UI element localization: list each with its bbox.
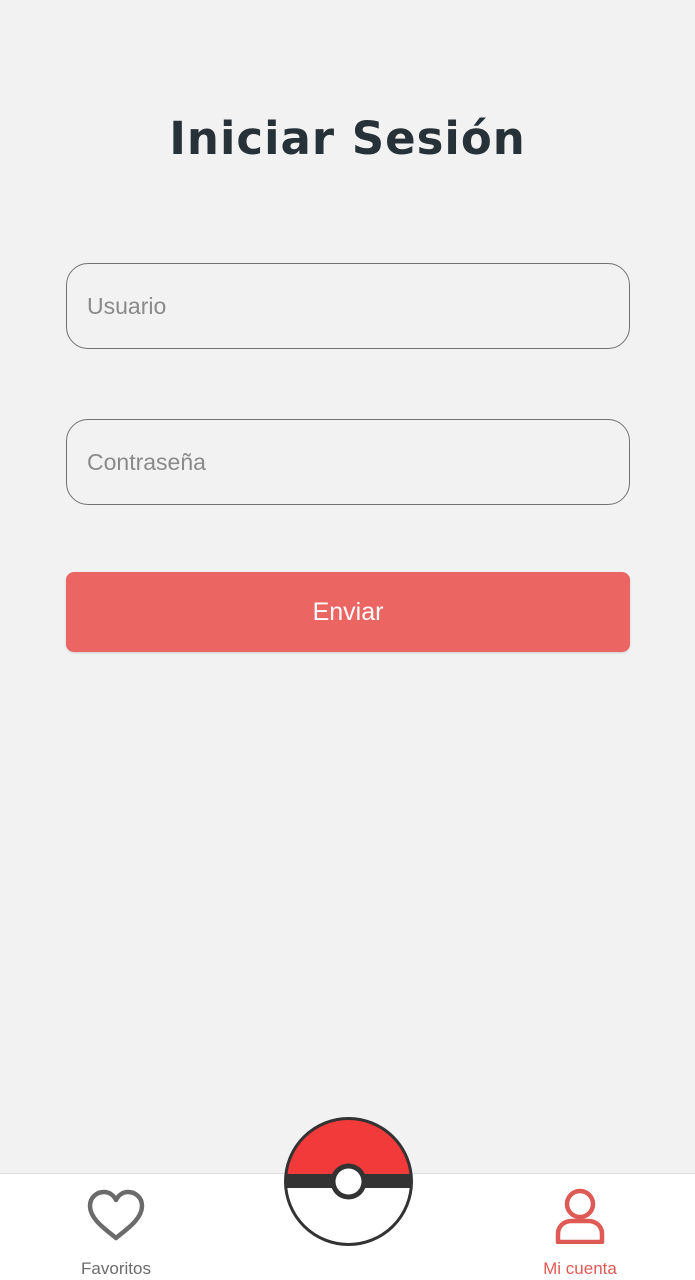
password-input[interactable] [66,419,630,505]
nav-label-favoritos: Favoritos [81,1259,151,1278]
user-icon [555,1188,605,1244]
nav-item-favoritos[interactable]: Favoritos [36,1174,196,1280]
heart-icon [87,1189,145,1241]
nav-label-mi-cuenta: Mi cuenta [543,1259,617,1278]
submit-button[interactable]: Enviar [66,572,630,652]
username-input[interactable] [66,263,630,349]
page-title: Iniciar Sesión [169,112,526,165]
login-screen: Iniciar Sesión Enviar Favoritos Mi cuent… [0,0,695,1280]
pokeball-icon[interactable] [283,1116,414,1247]
nav-item-mi-cuenta[interactable]: Mi cuenta [500,1174,660,1280]
